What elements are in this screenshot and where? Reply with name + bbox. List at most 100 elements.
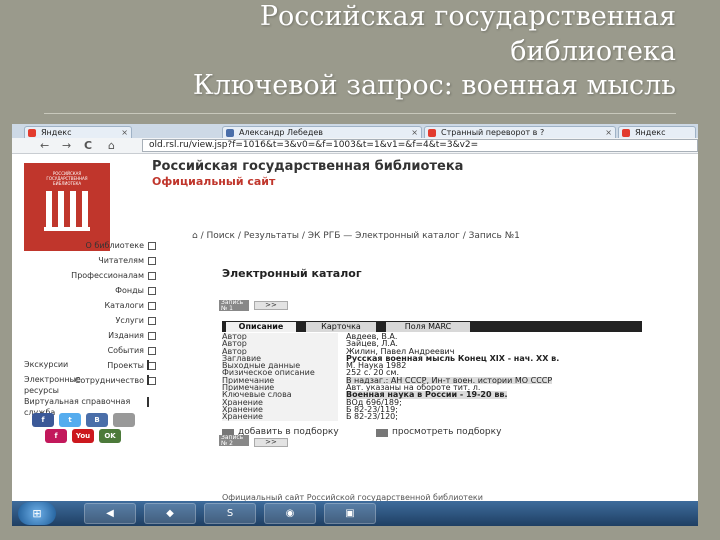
yandex-favicon-icon xyxy=(622,129,630,137)
field-label: Хранение xyxy=(222,398,338,406)
bar-icon xyxy=(147,375,149,385)
browser-tab-bar: Яндекс × Александр Лебедев × Странный пе… xyxy=(12,124,698,138)
menu-item[interactable]: Услуги xyxy=(115,316,156,325)
rsl-logo[interactable]: РОССИЙСКАЯ ГОСУДАРСТВЕННАЯ БИБЛИОТЕКА xyxy=(24,163,110,251)
slide-title-line-3: Ключевой запрос: военная мысль xyxy=(192,70,676,102)
vk-icon[interactable]: В xyxy=(86,413,108,427)
skype-icon[interactable]: S xyxy=(204,503,256,524)
rss-icon[interactable] xyxy=(113,413,135,427)
next-record-button[interactable]: >> xyxy=(254,438,288,447)
record-fields: Автор Авдеев, В.А. Автор Зайцев, Л.А. Авто… xyxy=(222,332,636,421)
chrome-icon[interactable]: ◉ xyxy=(264,503,316,524)
reload-icon[interactable]: C xyxy=(84,139,92,153)
app-icon[interactable]: ◆ xyxy=(144,503,196,524)
menu-item[interactable]: О библиотеке xyxy=(86,241,156,250)
field-label: Автор xyxy=(222,333,338,341)
browser-tab[interactable]: Александр Лебедев × xyxy=(222,126,422,138)
yandex-favicon-icon xyxy=(28,129,36,137)
field-label: Ключевые слова xyxy=(222,391,338,399)
link-electronic-resources[interactable]: Электронные ресурсы xyxy=(24,374,149,396)
menu-label: Издания xyxy=(108,331,144,340)
record-row: Хранение Б 82-23/120; xyxy=(222,413,636,421)
breadcrumb: ⌂ / Поиск / Результаты / ЭК РГБ — Электр… xyxy=(192,231,520,241)
title-divider xyxy=(44,113,676,114)
favicon-icon xyxy=(428,129,436,137)
browser-screenshot: Яндекс × Александр Лебедев × Странный пе… xyxy=(12,124,698,526)
site-name[interactable]: Российская государственная библиотека xyxy=(152,159,463,174)
flickr-icon[interactable]: f xyxy=(45,429,67,443)
browser-tab[interactable]: Яндекс xyxy=(618,126,696,138)
square-icon xyxy=(148,257,156,265)
tab-close-icon[interactable]: × xyxy=(121,127,128,138)
tab-marc[interactable]: Поля MARC xyxy=(386,322,470,332)
twitter-icon[interactable]: t xyxy=(59,413,81,427)
menu-item[interactable]: Профессионалам xyxy=(71,271,156,280)
tab-card[interactable]: Карточка xyxy=(306,322,376,332)
vk-favicon-icon xyxy=(226,129,234,137)
field-label: Выходные данные xyxy=(222,362,338,370)
browser-tab[interactable]: Странный переворот в ? × xyxy=(424,126,616,138)
tab-label: Александр Лебедев xyxy=(239,128,323,137)
media-player-icon[interactable]: ◀ xyxy=(84,503,136,524)
link-label: Электронные ресурсы xyxy=(24,375,81,395)
start-button[interactable]: ⊞ xyxy=(18,502,56,525)
record-row: Хранение Б 82-23/119; xyxy=(222,405,636,414)
home-icon[interactable]: ⌂ xyxy=(108,139,115,153)
square-icon xyxy=(148,317,156,325)
tab-close-icon[interactable]: × xyxy=(605,127,612,138)
field-label: Заглавие xyxy=(222,354,338,363)
link-label: Экскурсии xyxy=(24,360,69,369)
url-input[interactable]: old.rsl.ru/view.jsp?f=1016&t=3&v0=&f=100… xyxy=(142,139,698,152)
field-label: Хранение xyxy=(222,413,338,421)
menu-label: Фонды xyxy=(115,286,144,295)
field-label: Примечание xyxy=(222,376,338,385)
menu-item[interactable]: События xyxy=(108,346,156,355)
menu-label: Каталоги xyxy=(104,301,144,310)
facebook-icon[interactable]: f xyxy=(32,413,54,427)
tab-label: Странный переворот в ? xyxy=(441,128,545,137)
record-row: Автор Авдеев, В.А. xyxy=(222,332,636,341)
bar-icon xyxy=(147,360,149,370)
menu-label: Читателям xyxy=(98,256,144,265)
record-label: Запись № 1 xyxy=(219,300,249,311)
menu-label: Услуги xyxy=(115,316,144,325)
logo-text: РОССИЙСКАЯ ГОСУДАРСТВЕННАЯ БИБЛИОТЕКА xyxy=(46,171,88,186)
square-icon xyxy=(148,362,156,370)
forward-icon[interactable]: → xyxy=(62,139,71,153)
action-label: просмотреть подборку xyxy=(392,427,502,437)
webpage: РОССИЙСКАЯ ГОСУДАРСТВЕННАЯ БИБЛИОТЕКА Ро… xyxy=(12,155,698,502)
menu-item[interactable]: Каталоги xyxy=(104,301,156,310)
square-icon xyxy=(148,377,156,385)
social-icons: f t В f You OK xyxy=(32,413,142,453)
taskbar: ⊞ ◀ ◆ S ◉ ▣ xyxy=(12,501,698,526)
field-label: Хранение xyxy=(222,405,338,414)
address-bar-row: ← → C ⌂ old.rsl.ru/view.jsp?f=1016&t=3&v… xyxy=(12,138,698,154)
menu-label: О библиотеке xyxy=(85,241,144,250)
link-excursions[interactable]: Экскурсии xyxy=(24,359,149,370)
view-collection-button[interactable]: просмотреть подборку xyxy=(376,427,501,437)
browser-tab[interactable]: Яндекс × xyxy=(24,126,132,138)
menu-item[interactable]: Читателям xyxy=(98,256,156,265)
home-icon[interactable]: ⌂ xyxy=(192,231,201,241)
field-label: Автор xyxy=(222,347,338,355)
square-icon xyxy=(148,332,156,340)
next-record-button[interactable]: >> xyxy=(254,301,288,310)
odnoklassniki-icon[interactable]: OK xyxy=(99,429,121,443)
back-icon[interactable]: ← xyxy=(40,139,49,153)
action-label: добавить в подборку xyxy=(238,427,339,437)
field-label: Физическое описание xyxy=(222,369,338,377)
menu-label: События xyxy=(107,346,144,355)
folder-icon xyxy=(376,429,388,437)
powerpoint-icon[interactable]: ▣ xyxy=(324,503,376,524)
tab-close-icon[interactable]: × xyxy=(411,127,418,138)
youtube-icon[interactable]: You xyxy=(72,429,94,443)
menu-item[interactable]: Фонды xyxy=(115,286,156,295)
slide-title-line-2: библиотека xyxy=(510,35,676,67)
square-icon xyxy=(148,287,156,295)
menu-item[interactable]: Издания xyxy=(108,331,156,340)
breadcrumb-text[interactable]: Поиск / Результаты / ЭК РГБ — Электронны… xyxy=(206,231,519,241)
square-icon xyxy=(148,242,156,250)
tab-description[interactable]: Описание xyxy=(226,322,296,332)
slide-title: Российская государственная библиотека Кл… xyxy=(193,0,676,104)
record-row: Ключевые слова Военная наука в России - 1… xyxy=(222,391,636,399)
